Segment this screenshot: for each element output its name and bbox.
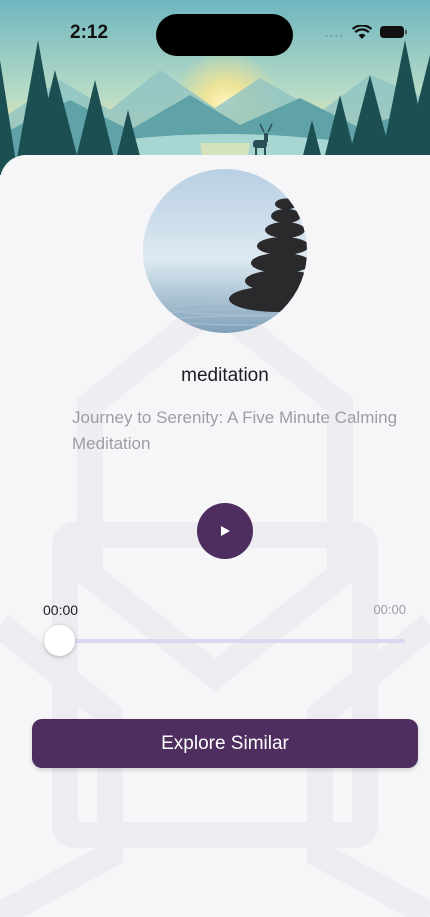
time-total: 00:00 [373,602,406,617]
dynamic-island [156,14,293,56]
signal-dots-icon: .... [324,24,344,40]
status-bar: 2:12 .... [0,0,430,70]
status-icons: .... [324,24,408,40]
cover-image-stacked-stones [143,169,307,333]
status-time: 2:12 [70,22,109,43]
play-icon [221,526,230,536]
play-button[interactable] [197,503,253,559]
track-subtitle: Journey to Serenity: A Five Minute Calmi… [72,408,398,453]
wifi-icon [352,24,372,39]
player-card: meditation Journey to Serenity: A Five M… [0,155,430,917]
explore-similar-button[interactable]: Explore Similar [32,719,418,768]
progress-track[interactable] [60,639,405,643]
battery-icon [380,26,407,38]
track-title: meditation [181,365,269,386]
time-current: 00:00 [43,602,79,618]
progress-thumb[interactable] [44,625,75,656]
